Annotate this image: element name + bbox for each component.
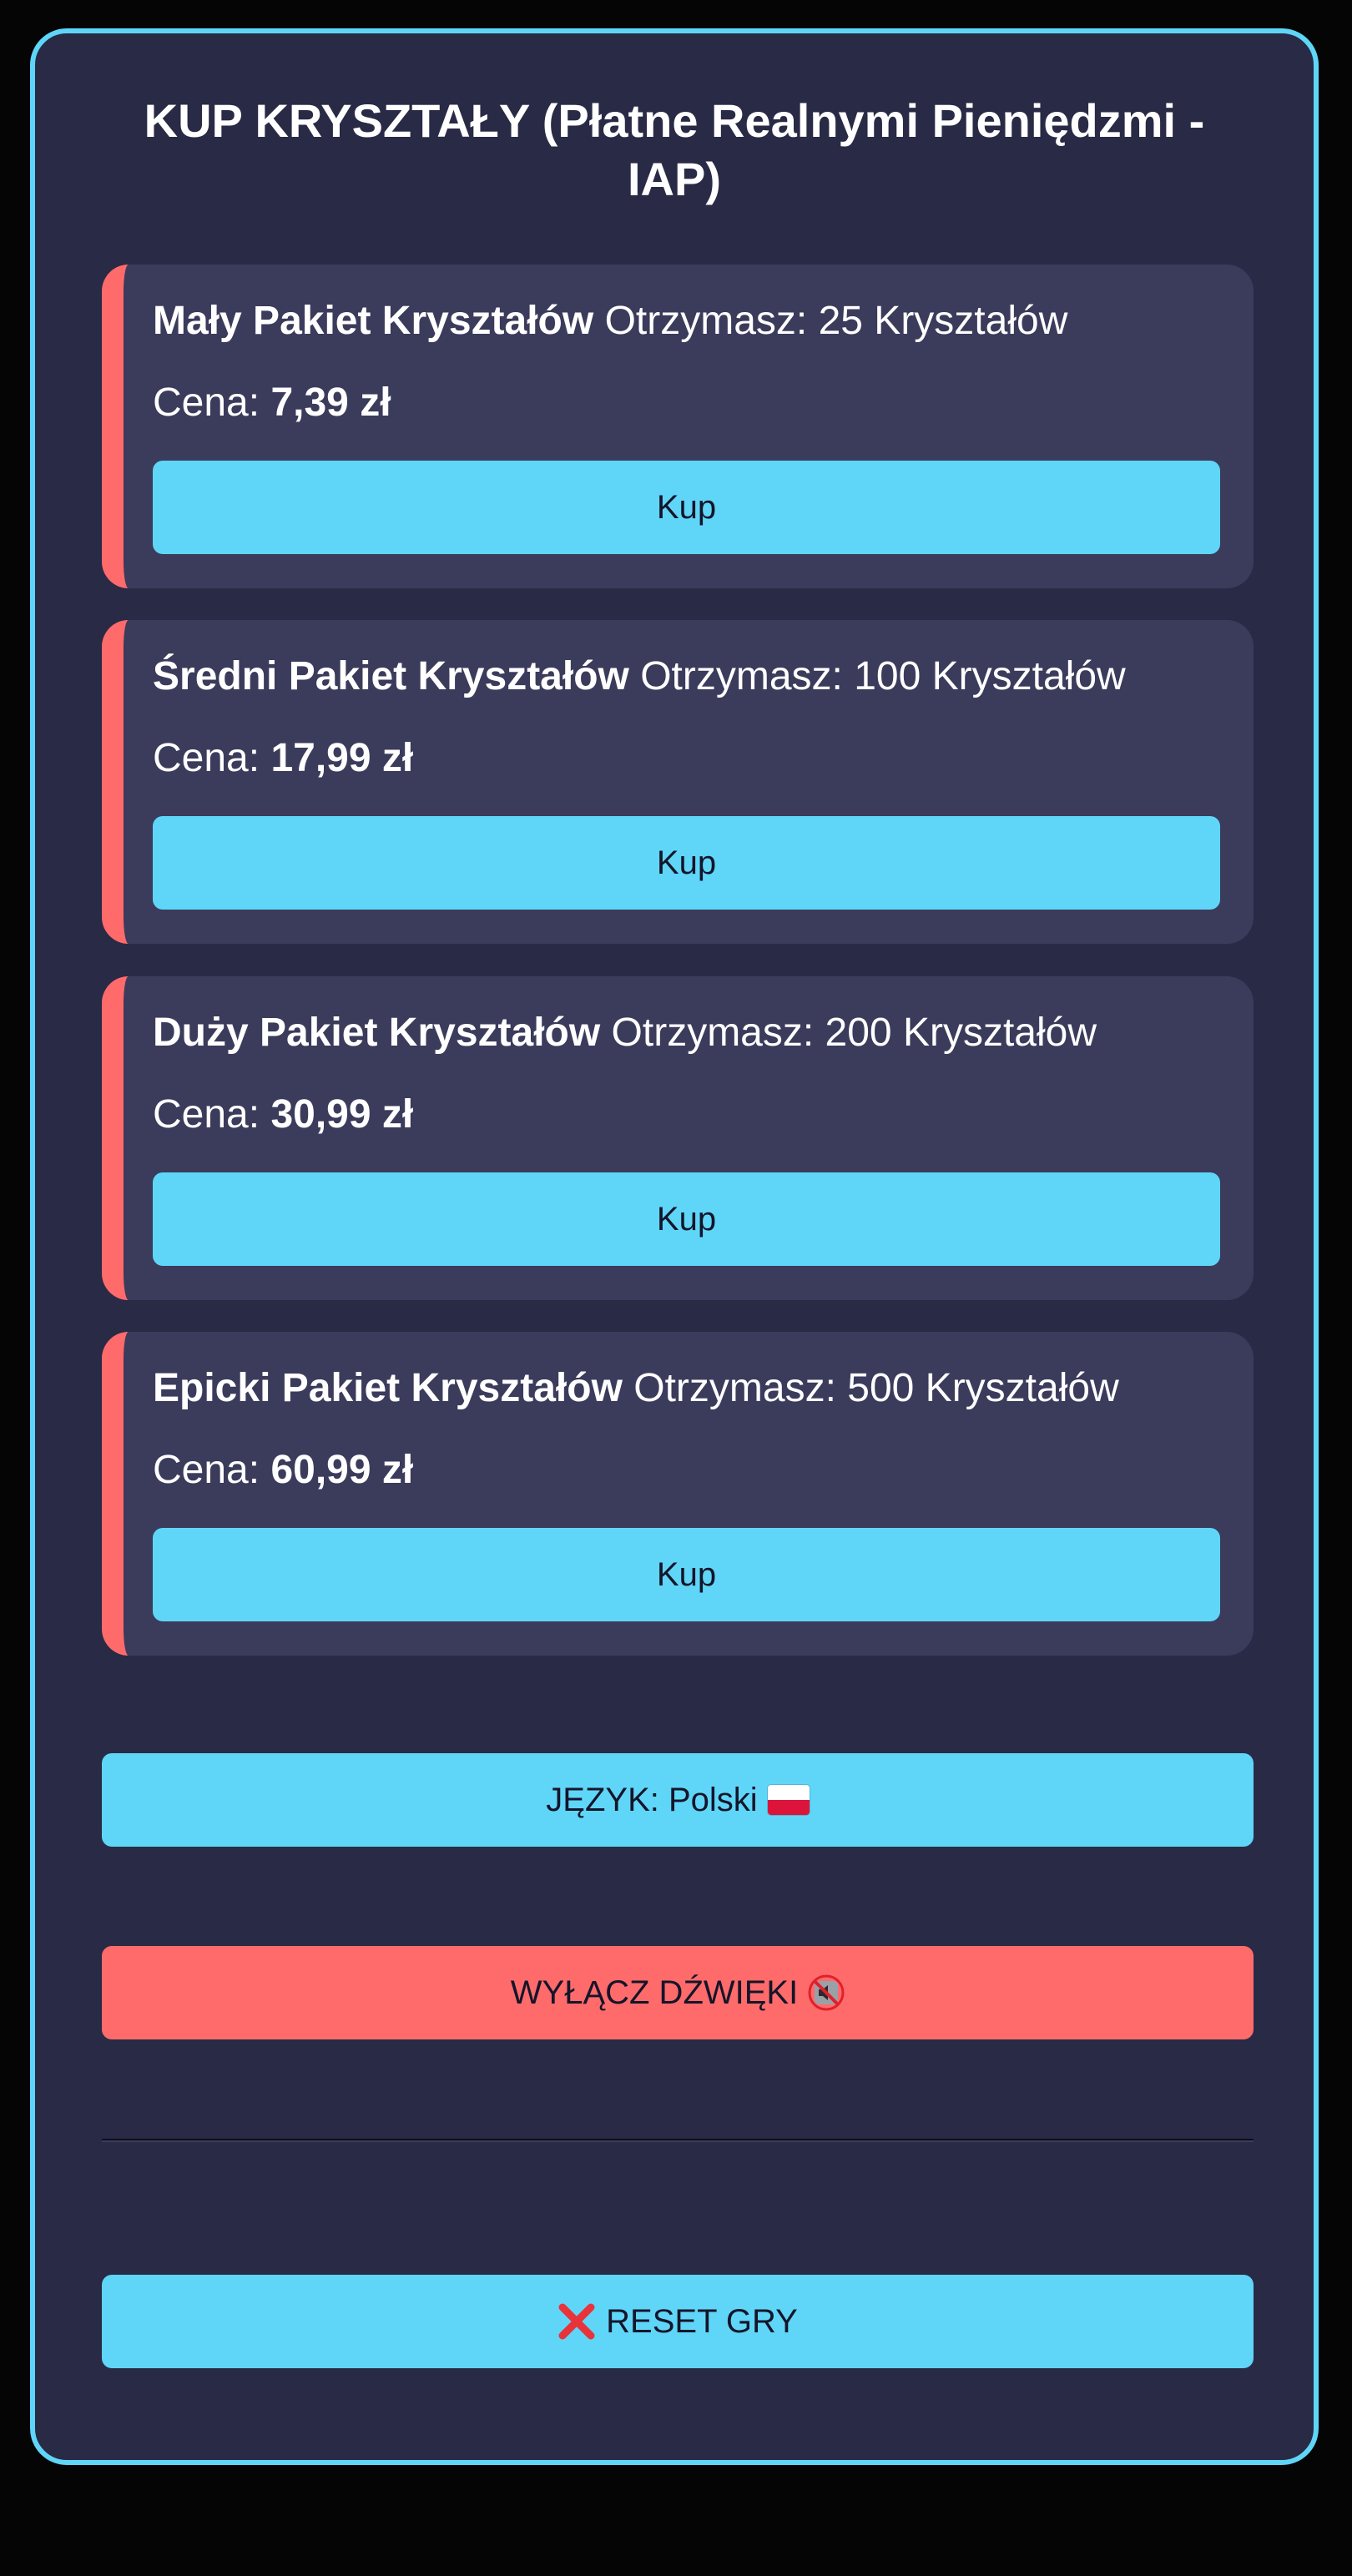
crystal-pack-small: Mały Pakiet Kryształów Otrzymasz: 25 Kry… — [102, 265, 1254, 588]
mute-sounds-button[interactable]: WYŁĄCZ DŹWIĘKI — [102, 1946, 1254, 2039]
pack-amount: Otrzymasz: 100 Kryształów — [640, 654, 1126, 698]
pack-price: 60,99 zł — [270, 1448, 414, 1492]
shop-panel: KUP KRYSZTAŁY (Płatne Realnymi Pieniędzm… — [30, 28, 1319, 2465]
buy-button[interactable]: Kup — [153, 1172, 1220, 1266]
pack-price: 30,99 zł — [270, 1092, 414, 1137]
language-button[interactable]: JĘZYK: Polski — [102, 1753, 1254, 1847]
price-label: Cena: — [153, 381, 260, 425]
pack-amount: Otrzymasz: 25 Kryształów — [604, 299, 1068, 343]
pack-name: Epicki Pakiet Kryształów — [153, 1366, 623, 1410]
reset-game-label: RESET GRY — [606, 2302, 798, 2340]
muted-speaker-icon — [808, 1974, 845, 2011]
price-label: Cena: — [153, 1448, 260, 1492]
pack-price-line: Cena: 7,39 zł — [153, 380, 391, 426]
pack-price-line: Cena: 17,99 zł — [153, 735, 413, 782]
shop-title: KUP KRYSZTAŁY (Płatne Realnymi Pieniędzm… — [144, 94, 1205, 205]
buy-button[interactable]: Kup — [153, 816, 1220, 910]
pack-amount: Otrzymasz: 200 Kryształów — [611, 1011, 1097, 1055]
crystal-pack-large: Duży Pakiet Kryształów Otrzymasz: 200 Kr… — [102, 976, 1254, 1300]
pack-name: Duży Pakiet Kryształów — [153, 1011, 601, 1055]
poland-flag-icon — [767, 1785, 810, 1815]
red-x-icon — [558, 2303, 595, 2340]
pack-price-line: Cena: 60,99 zł — [153, 1447, 413, 1494]
buy-button[interactable]: Kup — [153, 1528, 1220, 1621]
language-label: JĘZYK: Polski — [546, 1781, 758, 1818]
pack-price-line: Cena: 30,99 zł — [153, 1091, 413, 1138]
pack-name: Średni Pakiet Kryształów — [153, 654, 629, 698]
pack-info: Mały Pakiet Kryształów Otrzymasz: 25 Kry… — [153, 298, 1067, 345]
mute-sounds-label: WYŁĄCZ DŹWIĘKI — [510, 1974, 799, 2011]
pack-info: Epicki Pakiet Kryształów Otrzymasz: 500 … — [153, 1365, 1119, 1412]
crystal-pack-epic: Epicki Pakiet Kryształów Otrzymasz: 500 … — [102, 1332, 1254, 1656]
price-label: Cena: — [153, 1092, 260, 1137]
pack-info: Średni Pakiet Kryształów Otrzymasz: 100 … — [153, 653, 1126, 700]
price-label: Cena: — [153, 736, 260, 780]
pack-price: 7,39 zł — [270, 381, 391, 425]
pack-info: Duży Pakiet Kryształów Otrzymasz: 200 Kr… — [153, 1010, 1097, 1056]
pack-name: Mały Pakiet Kryształów — [153, 299, 594, 343]
buy-button[interactable]: Kup — [153, 461, 1220, 554]
crystal-pack-medium: Średni Pakiet Kryształów Otrzymasz: 100 … — [102, 620, 1254, 944]
reset-game-button[interactable]: RESET GRY — [102, 2275, 1254, 2368]
pack-price: 17,99 zł — [270, 736, 414, 780]
pack-amount: Otrzymasz: 500 Kryształów — [633, 1366, 1119, 1410]
divider — [102, 2139, 1254, 2142]
